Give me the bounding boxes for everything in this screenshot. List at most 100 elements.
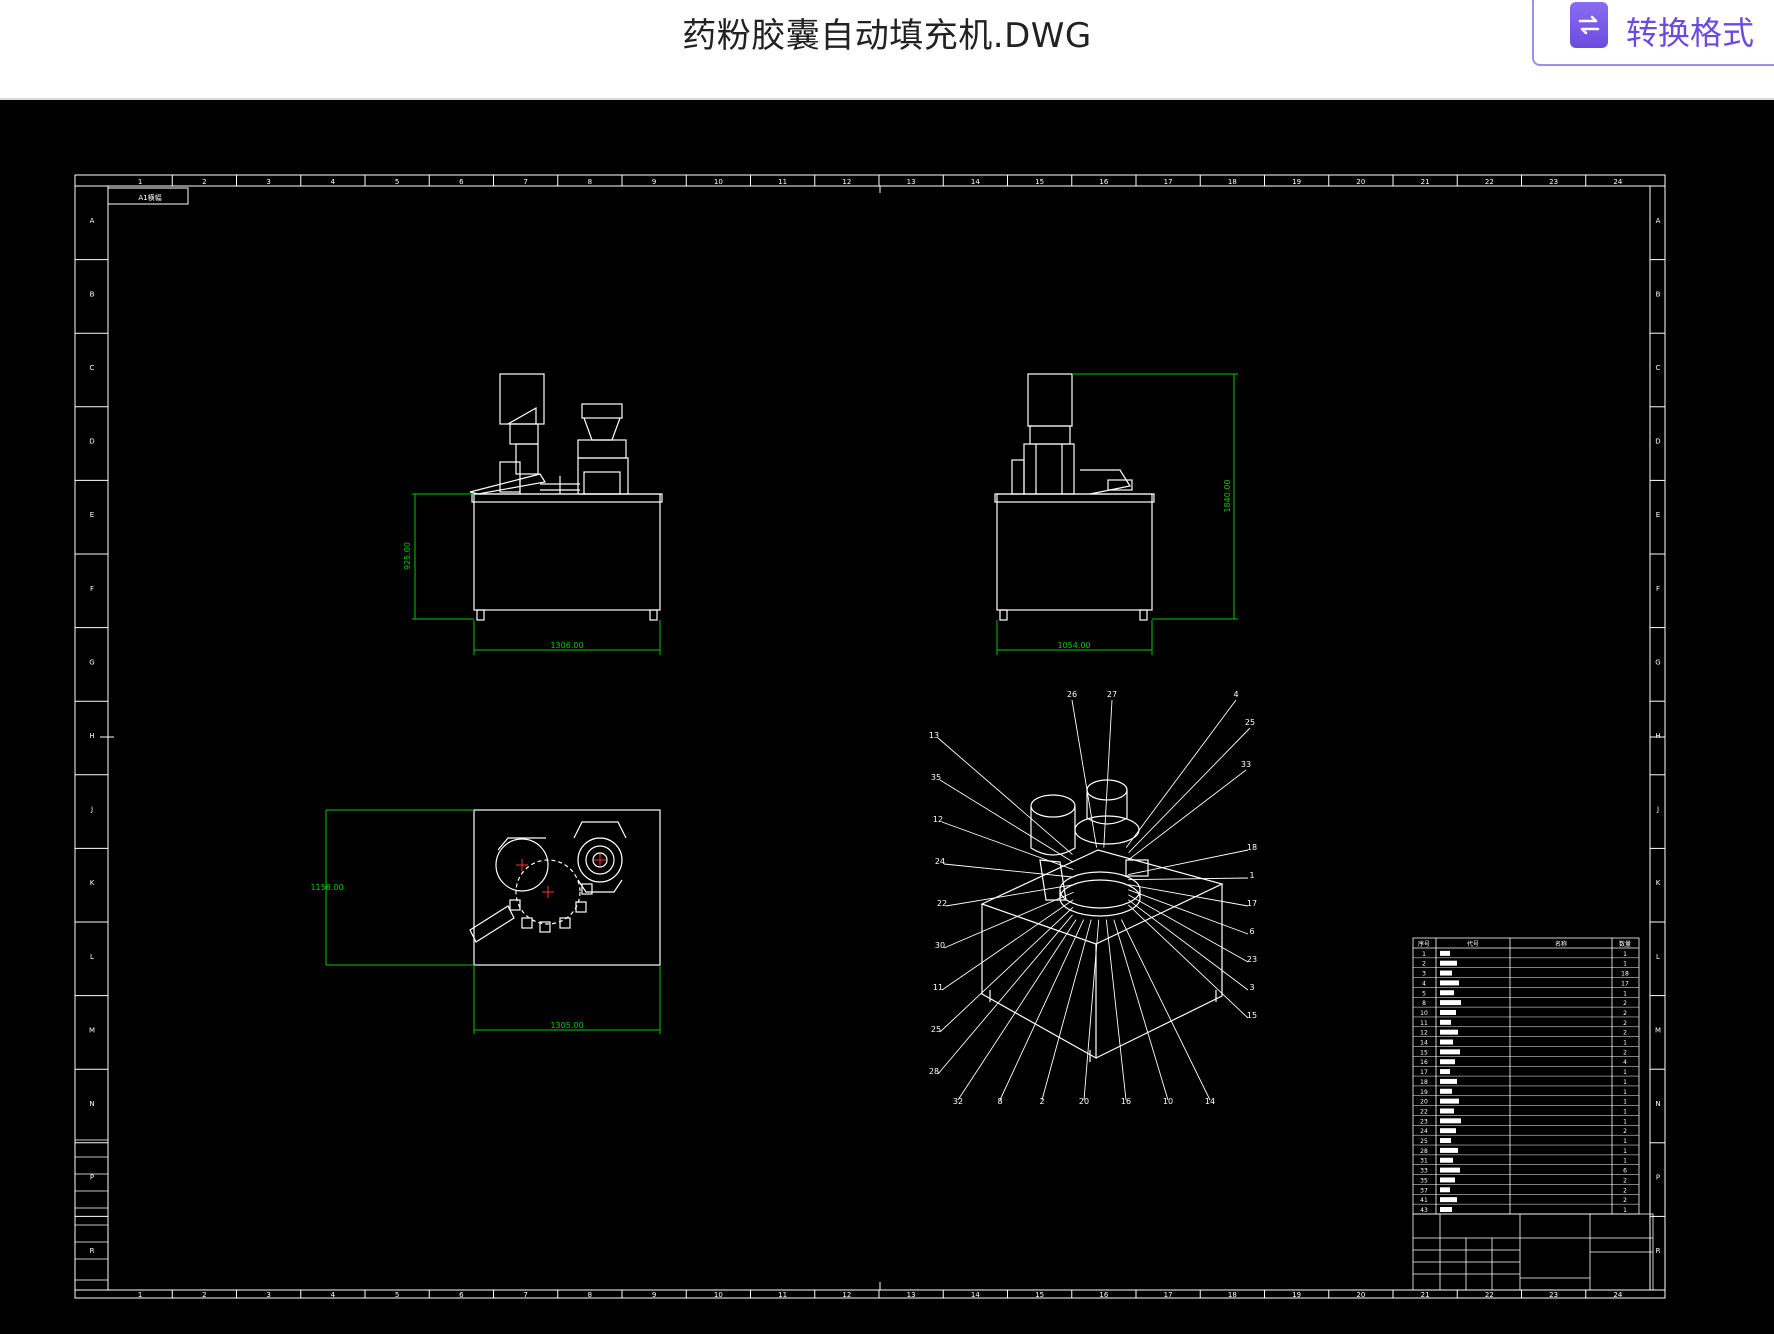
bom-item-qty: 2 <box>1623 1197 1627 1204</box>
bom-item-name <box>1440 1187 1450 1193</box>
row-label: H <box>1655 732 1660 740</box>
leader-line <box>1127 769 1247 861</box>
bom-header: 数量 <box>1619 940 1631 948</box>
bom-item-name <box>1440 1078 1457 1084</box>
column-markers: 1122334455667788991010111112121313141415… <box>138 175 1623 1299</box>
bom-item-name <box>1440 1108 1454 1114</box>
column-label: 18 <box>1228 1291 1237 1299</box>
bom-item-qty: 1 <box>1623 1040 1627 1047</box>
leader-line <box>1127 904 1249 1019</box>
column-label: 5 <box>395 178 399 186</box>
row-label: R <box>1656 1247 1661 1255</box>
bom-item-number: 20 <box>1420 1099 1428 1106</box>
column-label: 6 <box>459 178 464 186</box>
bom-item-name <box>1440 1029 1458 1035</box>
bom-item-qty: 1 <box>1623 1148 1627 1155</box>
bom-item-number: 33 <box>1420 1168 1428 1175</box>
leader-line <box>943 891 1074 949</box>
balloon-number: 14 <box>1205 1097 1215 1106</box>
bom-item-qty: 6 <box>1623 1168 1627 1175</box>
bom-item-qty: 2 <box>1623 1000 1627 1007</box>
row-label: A <box>90 217 95 225</box>
row-label: L <box>1656 953 1660 961</box>
balloon-number: 32 <box>953 1097 963 1106</box>
bom-item-number: 5 <box>1422 990 1426 997</box>
row-label: M <box>1655 1026 1661 1034</box>
column-label: 2 <box>202 178 206 186</box>
column-label: 19 <box>1292 1291 1301 1299</box>
bom-item-number: 28 <box>1420 1148 1428 1155</box>
column-label: 7 <box>523 1291 527 1299</box>
bom-item-number: 1 <box>1422 951 1426 958</box>
leader-line <box>937 737 1073 855</box>
bom-item-name <box>1440 1009 1456 1015</box>
leader-line <box>1128 899 1249 991</box>
balloon-leaders: 26 27 425331335122422301125281811762331532… <box>929 690 1257 1106</box>
column-label: 17 <box>1164 178 1173 186</box>
balloon-number: 15 <box>1247 1011 1257 1020</box>
bom-item-name <box>1440 1059 1455 1065</box>
row-label: P <box>90 1174 94 1182</box>
column-label: 1 <box>138 178 142 186</box>
column-label: 20 <box>1356 1291 1365 1299</box>
balloon-number: 10 <box>1163 1097 1173 1106</box>
bom-item-number: 3 <box>1422 971 1426 978</box>
front-view <box>469 373 663 621</box>
balloon-number: 25 <box>1245 718 1255 727</box>
parts-list-rows: 序号 代号 名称 数量1 12 13 184 175 18 210 211 212 214 115 216 4… <box>1413 940 1639 1215</box>
balloon-number: 30 <box>935 941 945 950</box>
leader-line <box>939 907 1074 1033</box>
leader-line <box>941 821 1074 870</box>
column-label: 12 <box>842 1291 851 1299</box>
balloon-number: 28 <box>929 1067 939 1076</box>
row-label: B <box>90 290 95 298</box>
balloon-number: 18 <box>1247 843 1257 852</box>
bom-item-number: 23 <box>1420 1118 1428 1125</box>
bom-item-qty: 2 <box>1623 1177 1627 1184</box>
leader-line <box>945 884 1074 907</box>
drawing-viewport[interactable]: 1 1 2 2 3 3 4 4 5 5 6 6 7 7 8 8 9 9 10 10 11 11 12 12 13 13 14 14 15… <box>0 102 1774 1330</box>
bom-item-number: 24 <box>1420 1128 1428 1135</box>
column-label: 19 <box>1292 178 1301 186</box>
cad-drawing: 1122334455667788991010111112121313141415… <box>74 174 1666 1299</box>
row-label: J <box>90 806 93 814</box>
bom-item-qty: 1 <box>1623 1079 1627 1086</box>
column-label: 7 <box>523 178 527 186</box>
bom-item-name <box>1440 1000 1461 1006</box>
bom-item-name <box>1440 1088 1452 1094</box>
balloon-number: 2 <box>1039 1097 1044 1106</box>
balloon-number: 24 <box>935 857 945 866</box>
convert-format-button[interactable]: 转换格式 <box>1532 0 1774 66</box>
bom-item-qty: 1 <box>1623 1089 1627 1096</box>
bom-item-number: 41 <box>1420 1197 1428 1204</box>
bom-item-name <box>1440 1098 1459 1104</box>
balloon-number: 26 <box>1067 690 1077 699</box>
leader-line <box>1128 889 1249 935</box>
leader-line <box>937 914 1073 1075</box>
column-label: 9 <box>652 1291 656 1299</box>
balloon-number: 1 <box>1249 871 1254 880</box>
bom-item-number: 37 <box>1420 1187 1428 1194</box>
column-label: 16 <box>1099 1291 1108 1299</box>
bom-item-name <box>1440 950 1450 956</box>
bom-item-number: 12 <box>1420 1030 1428 1037</box>
balloon-number: 16 <box>1121 1097 1131 1106</box>
bom-header: 名称 <box>1555 940 1567 948</box>
row-label: R <box>90 1247 95 1255</box>
row-label: N <box>89 1100 94 1108</box>
column-label: 23 <box>1549 1291 1558 1299</box>
row-label: B <box>1656 290 1661 298</box>
balloon-number: 23 <box>1247 955 1257 964</box>
column-label: 1 <box>138 1291 142 1299</box>
title-block <box>1412 1213 1654 1291</box>
column-label: 4 <box>331 178 336 186</box>
bom-item-number: 8 <box>1422 1000 1426 1007</box>
front-dimensions <box>412 493 661 655</box>
column-label: 3 <box>266 178 270 186</box>
row-label: F <box>1656 585 1660 593</box>
bom-item-qty: 4 <box>1623 1059 1627 1066</box>
leader-line <box>1113 919 1169 1101</box>
bom-item-qty: 2 <box>1623 1049 1627 1056</box>
bom-item-number: 31 <box>1420 1158 1428 1165</box>
column-label: 23 <box>1549 178 1558 186</box>
